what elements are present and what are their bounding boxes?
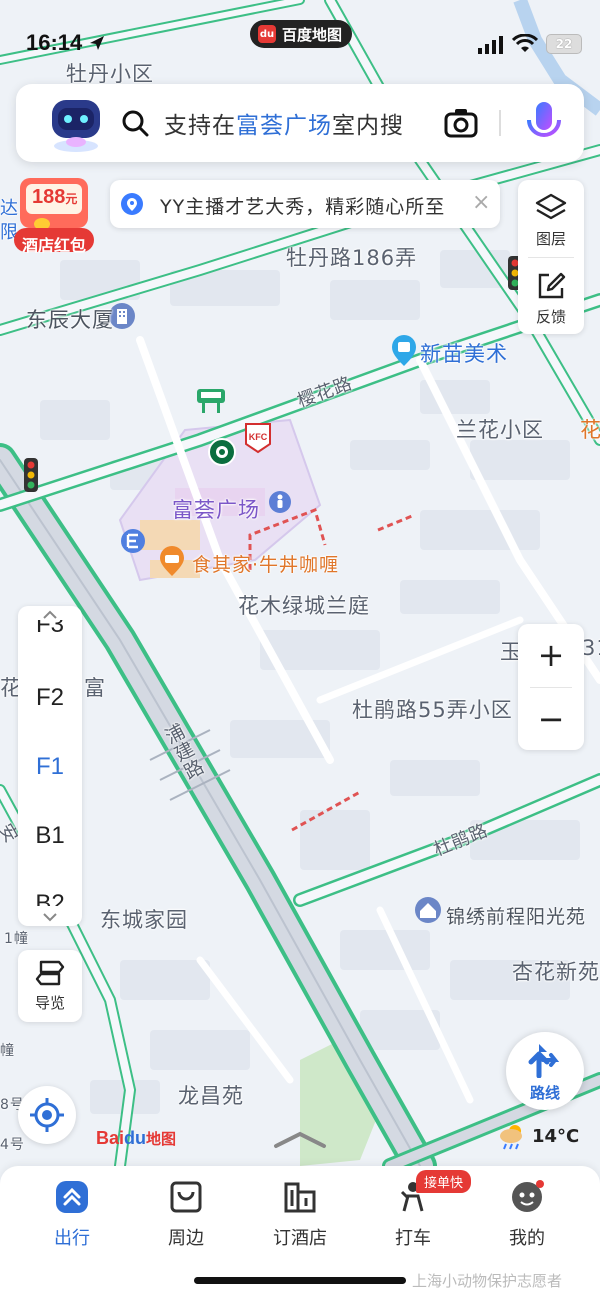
promo-banner[interactable]: YY主播才艺大秀，精彩随心所至 × (110, 180, 500, 228)
rain-cloud-icon (500, 1125, 522, 1150)
building-label: 1幢 (4, 931, 29, 947)
tab-label: 我的 (509, 1228, 545, 1249)
microphone-icon[interactable] (524, 100, 564, 146)
camera-icon[interactable] (444, 106, 478, 140)
watermark: 上海小动物保护志愿者 (412, 1272, 563, 1290)
svg-text:KFC: KFC (249, 432, 268, 442)
tab-label: 打车 (395, 1228, 431, 1249)
layers-button[interactable]: 图层 (518, 180, 584, 256)
guide-button[interactable]: 导览 (18, 950, 82, 1022)
zoom-control: + − (518, 624, 584, 750)
map-label[interactable]: 食其家·牛丼咖喱 (192, 550, 339, 577)
search-bar[interactable]: 支持在富荟广场室内搜 (16, 84, 584, 162)
starbucks-icon[interactable] (208, 438, 236, 466)
app-indicator-pill[interactable]: du 百度地图 (250, 20, 353, 48)
layers-label: 图层 (535, 230, 566, 248)
floor-picker[interactable]: F3 F2 F1 B1 B2 (18, 606, 82, 926)
signpost-icon (35, 960, 65, 986)
home-indicator[interactable] (194, 1277, 406, 1284)
map-label[interactable]: 锦绣前程阳光苑 (446, 902, 586, 929)
tab-hotel[interactable]: 订酒店 (255, 1180, 345, 1250)
status-bar: 16:14 du 百度地图 22 (0, 0, 600, 80)
search-icon[interactable] (120, 108, 150, 138)
red-packet-amount: 188元 (32, 186, 78, 208)
close-icon[interactable]: × (472, 190, 490, 215)
drawer-handle-icon[interactable] (270, 1128, 330, 1152)
signal-icon (478, 36, 503, 54)
floor-item-f1[interactable]: F1 (18, 753, 82, 781)
tab-label: 订酒店 (273, 1228, 327, 1249)
chevron-up-icon[interactable] (42, 610, 58, 620)
taxi-badge: 接单快 (416, 1170, 472, 1193)
map-tools-panel: 图层 反馈 (518, 180, 584, 334)
hotel-building-icon (284, 1182, 316, 1213)
floor-item-b2[interactable]: B2 (18, 890, 82, 906)
building-label: 幢 (0, 1043, 15, 1059)
feedback-button[interactable]: 反馈 (518, 258, 584, 334)
temperature-text: 14°C (532, 1125, 580, 1147)
road-label: 牡丹路186弄 (286, 246, 418, 270)
map-label[interactable]: 东城家园 (100, 904, 188, 934)
travel-icon (56, 1181, 88, 1213)
toilet-icon[interactable] (268, 490, 292, 518)
map-label[interactable]: 富 (84, 672, 106, 702)
baidu-map-icon: du (258, 25, 276, 43)
chevron-down-icon[interactable] (42, 912, 58, 922)
map-label[interactable]: 花木绿城兰庭 (238, 590, 370, 620)
route-label: 路线 (529, 1084, 560, 1102)
zoom-in-button[interactable]: + (518, 624, 584, 686)
profile-avatar-icon (512, 1180, 544, 1212)
nearby-bag-icon (170, 1181, 202, 1213)
location-arrow-icon (90, 36, 105, 50)
floor-item-f3[interactable]: F3 (18, 620, 82, 642)
residence-pin-icon[interactable] (414, 896, 442, 926)
search-placeholder-highlight: 富荟广场 (236, 113, 332, 139)
search-divider (499, 110, 501, 136)
route-button[interactable]: 路线 (506, 1032, 584, 1110)
feedback-label: 反馈 (535, 308, 566, 326)
battery-icon: 22 (546, 34, 582, 54)
mall-entrance-icon[interactable] (120, 528, 146, 554)
map-label[interactable]: 龙昌苑 (178, 1080, 244, 1110)
weather-widget[interactable]: 14°C (498, 1122, 579, 1150)
tab-me[interactable]: 我的 (482, 1180, 572, 1250)
map-label[interactable]: 新苗美术 (420, 338, 508, 368)
guide-label: 导览 (34, 994, 65, 1012)
location-pin-icon (121, 193, 143, 215)
map-label: 31 (582, 636, 600, 660)
search-input[interactable]: 支持在富荟广场室内搜 (164, 106, 404, 140)
map-label[interactable]: 兰花小区 (456, 414, 544, 444)
banner-text: YY主播才艺大秀，精彩随心所至 (160, 196, 446, 218)
search-placeholder-suffix: 室内搜 (332, 113, 404, 139)
map-label[interactable]: 东辰大厦 (26, 304, 114, 334)
status-time: 16:14 (26, 30, 106, 56)
restaurant-icon[interactable] (158, 546, 186, 578)
locate-me-button[interactable] (18, 1086, 76, 1144)
floor-item-b1[interactable]: B1 (18, 822, 82, 850)
zoom-out-button[interactable]: − (518, 688, 584, 750)
tab-travel[interactable]: 出行 (27, 1180, 117, 1250)
tab-label: 出行 (54, 1228, 90, 1249)
map-label[interactable]: 杏花新苑 (512, 956, 600, 986)
red-packet-label: 酒店红包 (21, 236, 86, 255)
search-placeholder-prefix: 支持在 (164, 113, 236, 139)
route-arrow-icon (528, 1044, 560, 1079)
bus-stop-icon[interactable] (196, 388, 226, 414)
baidu-logo: Baidu地图 (96, 1128, 177, 1148)
tab-label: 周边 (168, 1228, 204, 1249)
kfc-icon[interactable]: KFC (244, 422, 272, 454)
map-label[interactable]: 富荟广场 (172, 494, 260, 524)
assistant-robot-icon[interactable] (46, 96, 106, 154)
art-school-pin-icon[interactable] (390, 334, 418, 368)
floor-item-f2[interactable]: F2 (18, 684, 82, 712)
traffic-light-icon (24, 458, 38, 492)
wifi-icon (512, 34, 538, 52)
feedback-edit-icon (538, 272, 566, 299)
layers-icon (535, 193, 567, 220)
locate-icon (30, 1098, 64, 1132)
hotel-red-packet[interactable]: 188元 酒店红包 (14, 176, 94, 255)
map-label[interactable]: 花 (580, 414, 600, 444)
map-label[interactable]: 杜鹃路55弄小区 (352, 694, 513, 724)
tab-nearby[interactable]: 周边 (141, 1180, 231, 1250)
